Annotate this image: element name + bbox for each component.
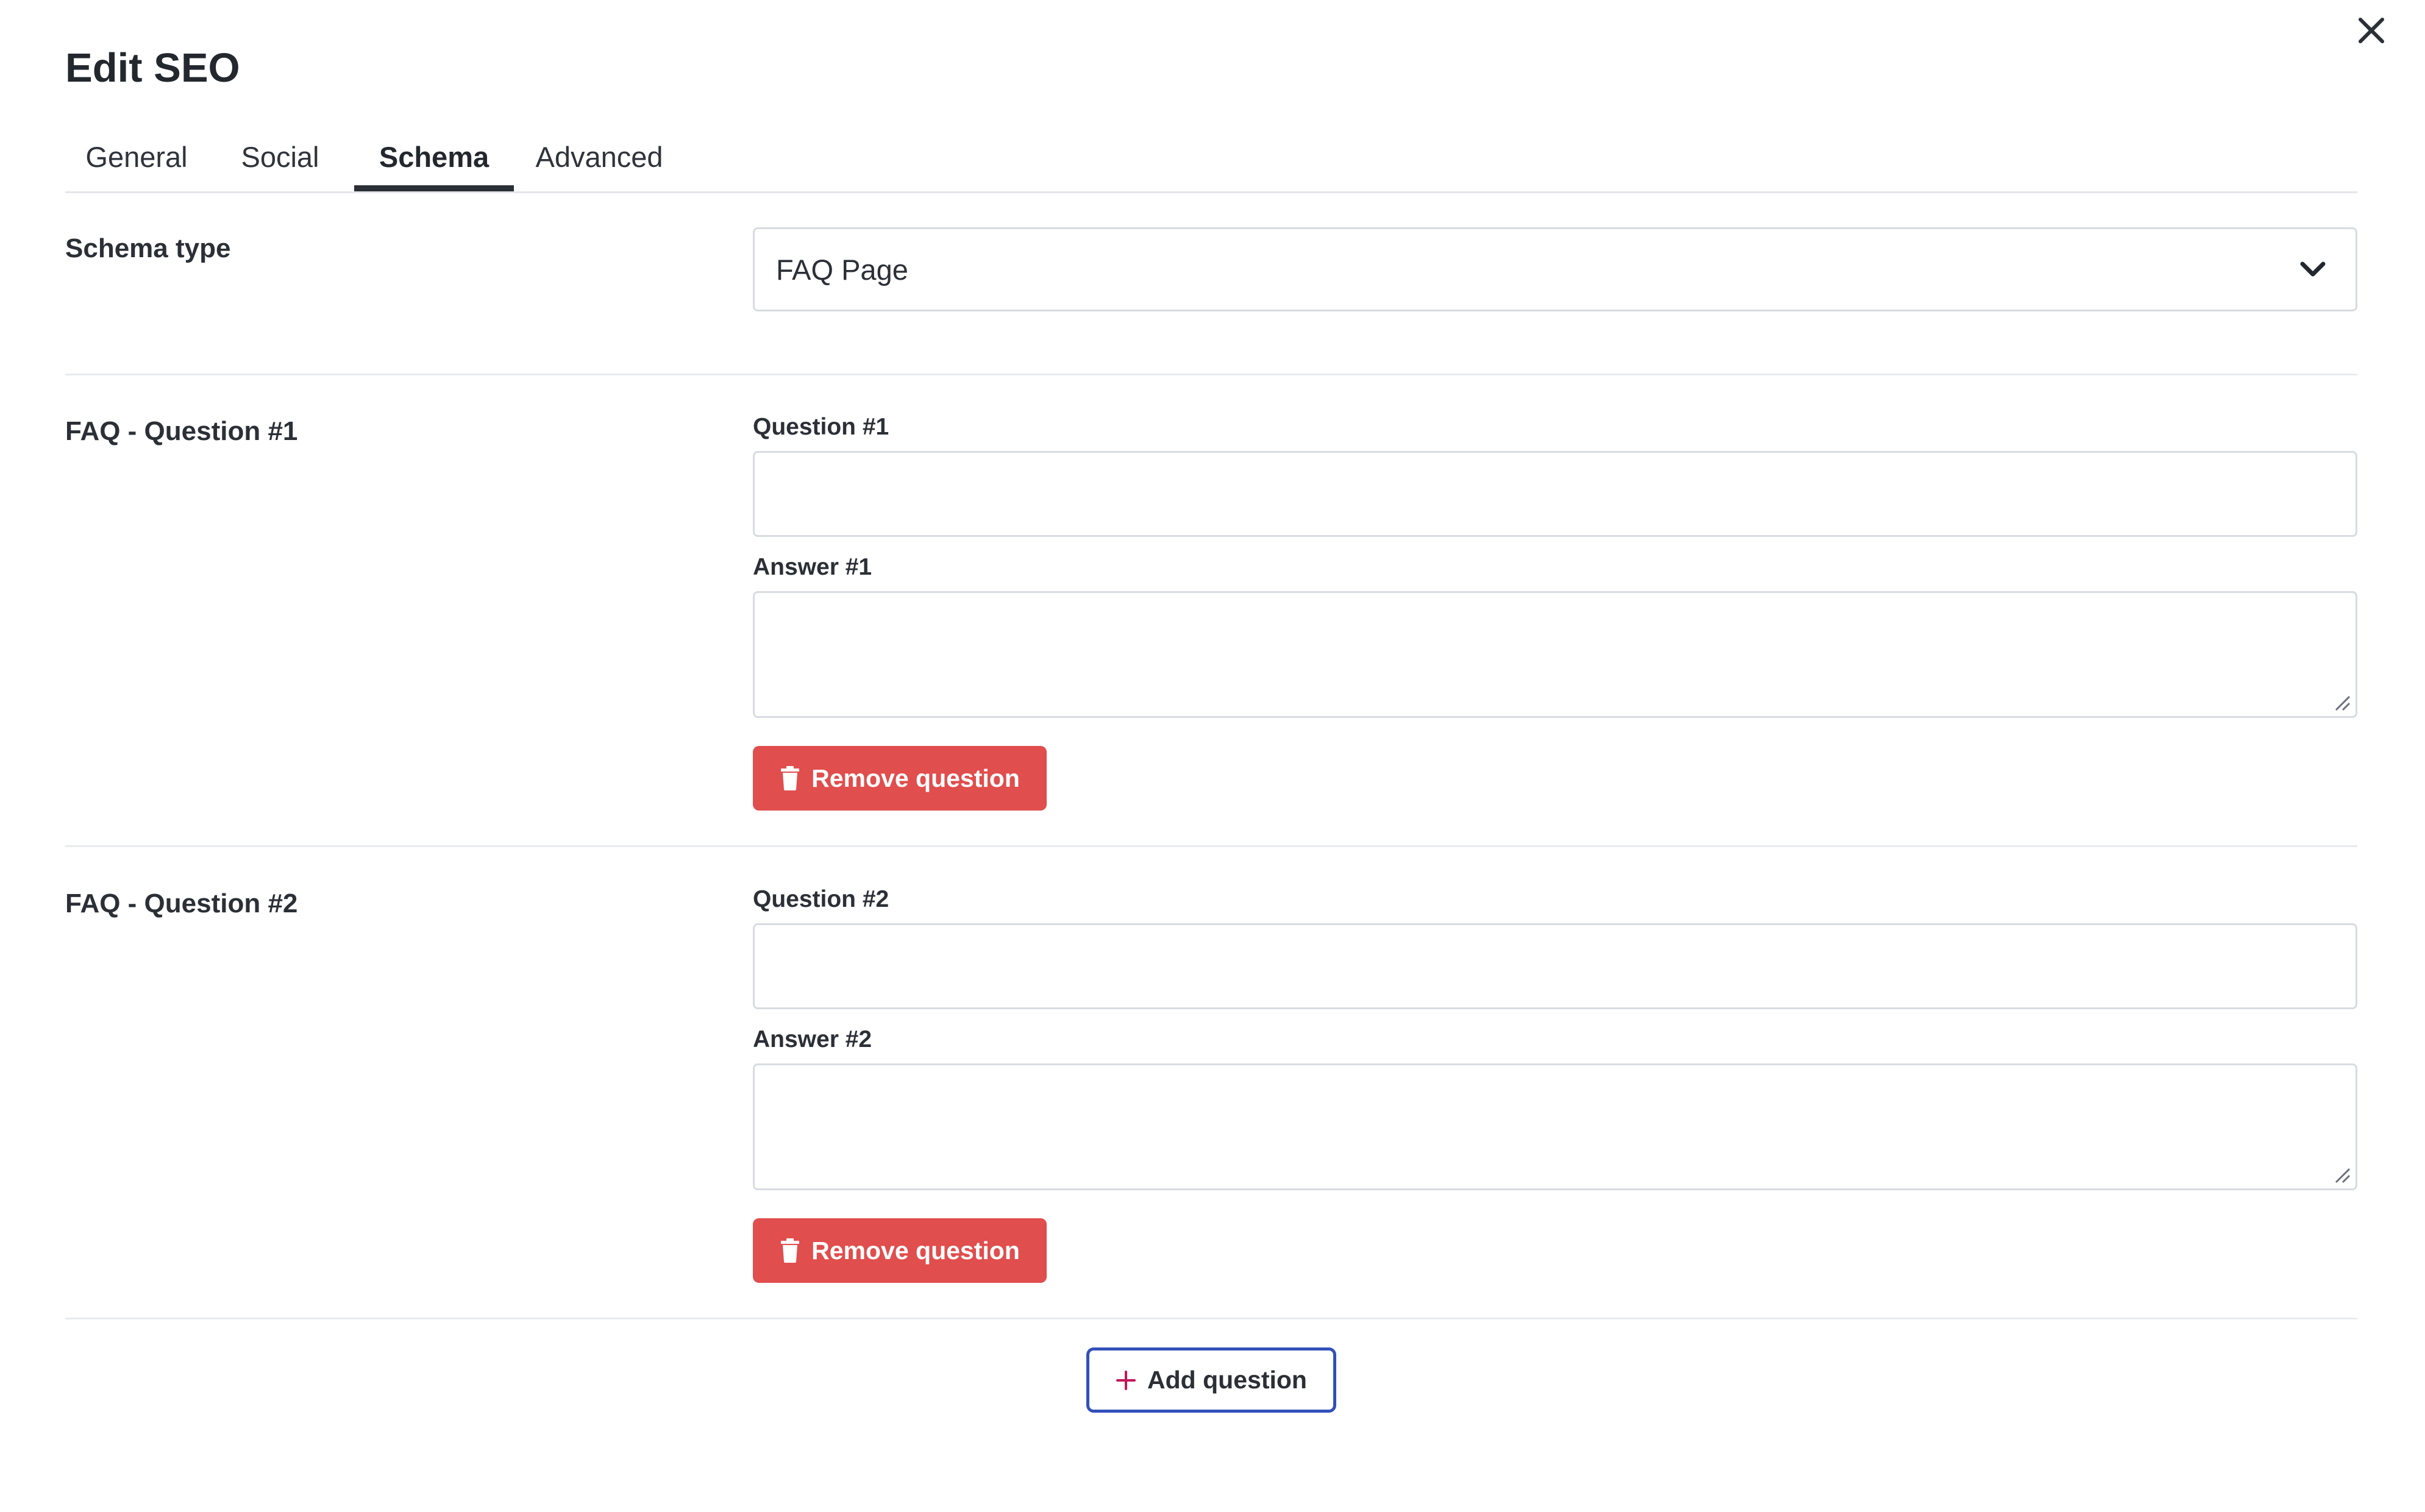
question-label: Question #2 [753, 886, 889, 912]
section-divider [65, 1318, 2357, 1319]
resize-handle-icon[interactable] [2331, 692, 2352, 712]
remove-question-button[interactable]: Remove question [753, 746, 1047, 811]
tab-bar: General Social Schema Advanced [65, 122, 2357, 193]
question-input[interactable] [753, 451, 2357, 537]
answer-label: Answer #1 [753, 554, 872, 580]
remove-question-button[interactable]: Remove question [753, 1218, 1047, 1283]
answer-textarea[interactable] [753, 1063, 2357, 1190]
tab-social[interactable]: Social [208, 122, 352, 191]
faq-section-label: FAQ - Question #1 [65, 416, 298, 446]
add-question-button[interactable]: Add question [1086, 1347, 1336, 1413]
answer-textarea[interactable] [753, 591, 2357, 718]
schema-type-select[interactable]: FAQ Page [753, 227, 2357, 311]
trash-icon [781, 1238, 800, 1263]
remove-question-label: Remove question [811, 1236, 1020, 1265]
tab-schema[interactable]: Schema [354, 122, 514, 191]
edit-seo-modal: Edit SEO General Social Schema Advanced … [0, 0, 2425, 1512]
question-input[interactable] [753, 923, 2357, 1009]
page-title: Edit SEO [65, 45, 240, 91]
section-divider [65, 845, 2357, 847]
close-button[interactable] [2350, 9, 2393, 52]
answer-label: Answer #2 [753, 1026, 872, 1052]
trash-icon [781, 766, 800, 790]
schema-type-value: FAQ Page [776, 253, 908, 286]
tab-advanced[interactable]: Advanced [514, 122, 685, 191]
resize-handle-icon[interactable] [2331, 1164, 2352, 1185]
remove-question-label: Remove question [811, 764, 1020, 792]
plus-icon [1116, 1370, 1136, 1390]
close-icon[interactable] [2358, 17, 2385, 44]
faq-section-label: FAQ - Question #2 [65, 889, 298, 918]
add-question-label: Add question [1147, 1366, 1307, 1394]
chevron-down-icon[interactable] [2298, 254, 2328, 285]
tab-general[interactable]: General [65, 122, 208, 191]
section-divider [65, 374, 2357, 375]
question-label: Question #1 [753, 414, 889, 440]
schema-type-label: Schema type [65, 233, 231, 263]
